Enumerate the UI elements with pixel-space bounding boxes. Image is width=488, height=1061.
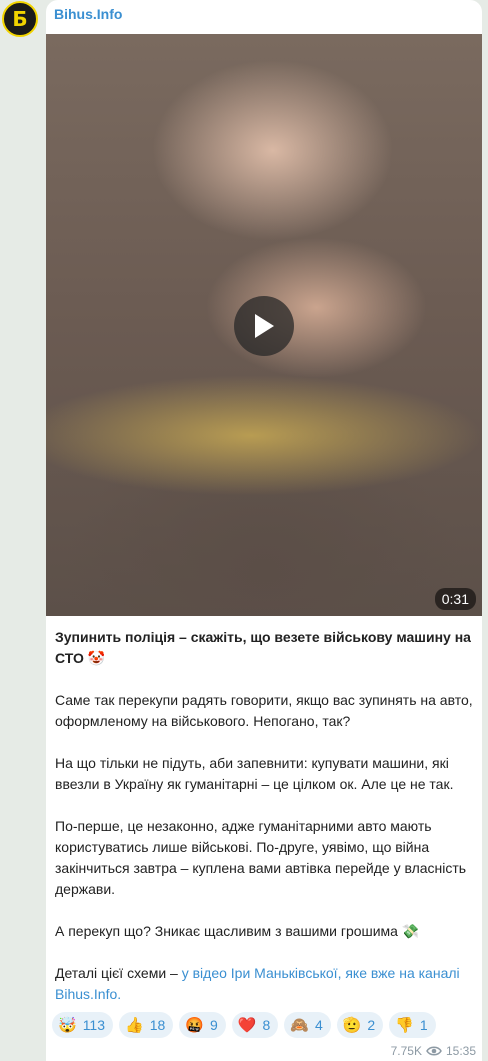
- play-button[interactable]: [234, 296, 294, 356]
- video-player[interactable]: 0:31: [46, 34, 482, 616]
- eye-icon: [426, 1046, 442, 1056]
- thumbs-up-icon: 👍: [125, 1016, 144, 1034]
- reaction-see-no-evil[interactable]: 🙈 4: [284, 1012, 331, 1038]
- reaction-count: 2: [367, 1017, 376, 1033]
- view-count: 7.75K: [390, 1044, 422, 1058]
- reaction-count: 113: [82, 1017, 106, 1033]
- reaction-count: 9: [209, 1017, 218, 1033]
- post-title-paragraph: Зупинить поліція – скажіть, що везете ві…: [55, 627, 475, 669]
- post-paragraph-1: Саме так перекупи радять говорити, якщо …: [55, 692, 473, 729]
- exploding-head-icon: 🤯: [58, 1016, 77, 1034]
- reaction-count: 4: [314, 1017, 323, 1033]
- reaction-thumbs-down[interactable]: 👎 1: [389, 1012, 436, 1038]
- channel-name[interactable]: Bihus.Info: [54, 6, 122, 22]
- reaction-count: 18: [149, 1017, 166, 1033]
- post-text: Зупинить поліція – скажіть, що везете ві…: [55, 627, 475, 1026]
- post-paragraph-5-prefix: Деталі цієї схеми –: [55, 965, 182, 981]
- message-meta: 7.75K 15:35: [391, 1044, 476, 1058]
- reaction-count: 1: [419, 1017, 428, 1033]
- post-title: Зупинить поліція – скажіть, що везете ві…: [55, 629, 471, 666]
- post-paragraph-4: А перекуп що? Зникає щасливим з вашими г…: [55, 921, 475, 942]
- see-no-evil-monkey-icon: 🙈: [290, 1016, 309, 1034]
- channel-avatar[interactable]: Б: [2, 1, 38, 37]
- salute-icon: 🫡: [342, 1016, 362, 1034]
- message-time: 15:35: [445, 1044, 476, 1058]
- heart-icon: ❤️: [237, 1016, 257, 1034]
- post-paragraph-5: Деталі цієї схеми – у відео Іри Маньківс…: [55, 963, 475, 1005]
- reactions-bar: 🤯 113 👍 18 🤬 9 ❤️ 8 🙈 4 🫡 2 👎 1: [52, 1012, 436, 1038]
- video-duration: 0:31: [434, 588, 476, 610]
- reaction-angry[interactable]: 🤬 9: [179, 1012, 226, 1038]
- reaction-exploding-head[interactable]: 🤯 113: [52, 1012, 114, 1038]
- reaction-salute[interactable]: 🫡 2: [336, 1012, 384, 1038]
- post-paragraph-4-text: А перекуп що? Зникає щасливим з вашими г…: [55, 923, 398, 939]
- message-bubble: Bihus.Info 0:31 Зупинить поліція – скажі…: [46, 0, 482, 1061]
- angry-face-icon: 🤬: [185, 1016, 204, 1034]
- play-icon: [255, 314, 274, 338]
- reaction-thumbs-up[interactable]: 👍 18: [119, 1012, 174, 1038]
- reaction-heart[interactable]: ❤️ 8: [231, 1012, 279, 1038]
- clown-emoji: 🤡: [87, 650, 106, 666]
- money-emoji: 💸: [401, 923, 420, 939]
- avatar-letter: Б: [12, 7, 28, 31]
- thumbs-down-icon: 👎: [395, 1016, 414, 1034]
- post-paragraph-2: На що тільки не підуть, аби запевнити: к…: [55, 755, 454, 792]
- post-paragraph-3: По-перше, це незаконно, адже гуманітарни…: [55, 818, 467, 897]
- reaction-count: 8: [262, 1017, 271, 1033]
